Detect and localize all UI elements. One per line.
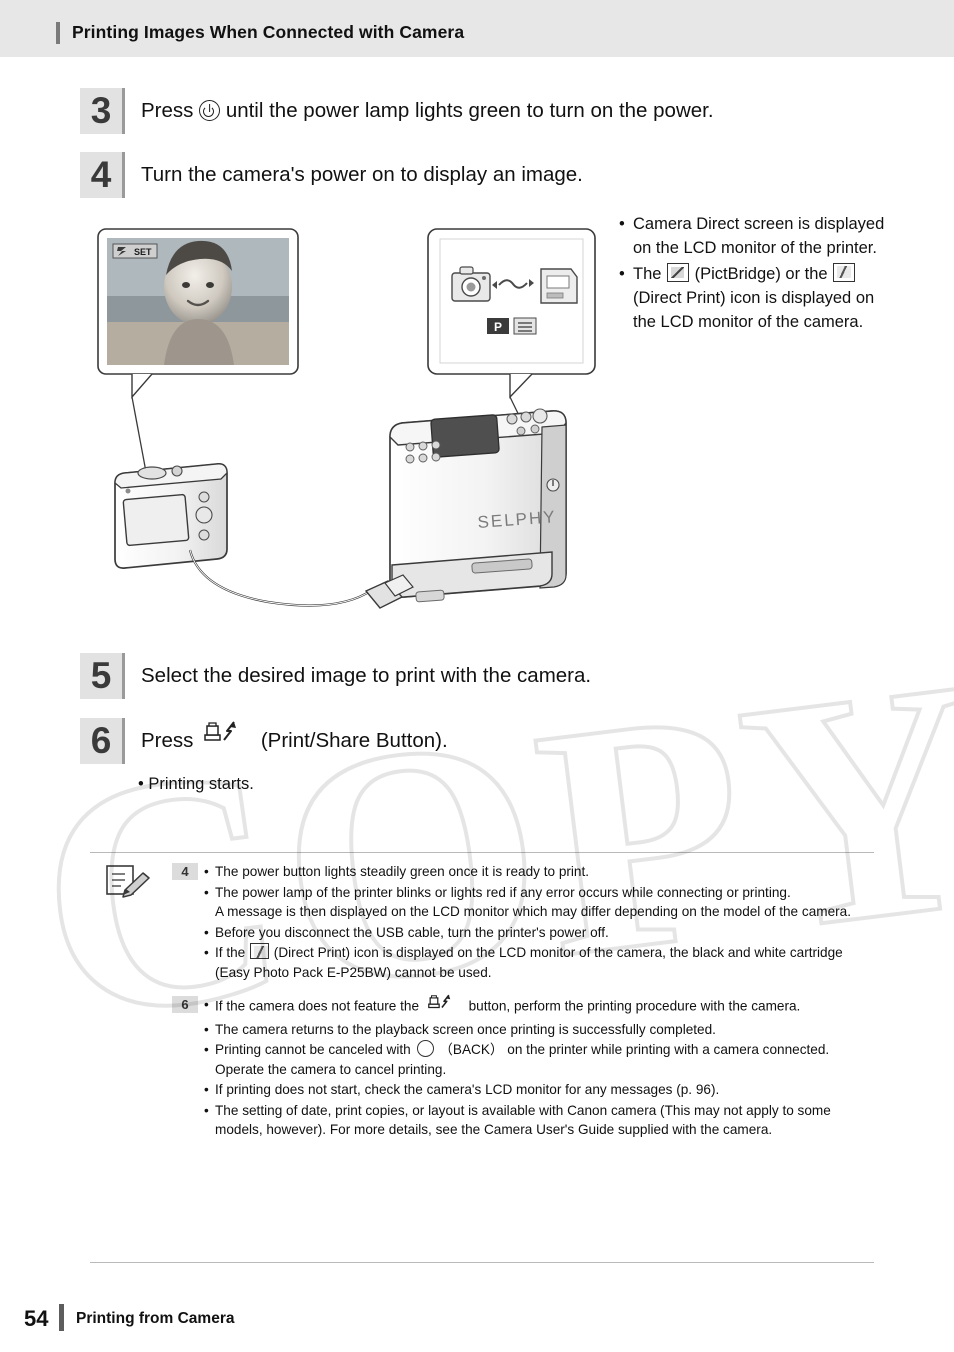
- step-6-number: 6: [80, 718, 122, 764]
- step-3-text-before: Press: [141, 99, 194, 122]
- bullet-dot: •: [204, 1082, 209, 1097]
- note-item: • Printing cannot be canceled with （BACK…: [204, 1040, 872, 1079]
- step-4-divider: [122, 152, 125, 198]
- note-item: • If the (Direct Print) icon is displaye…: [204, 943, 872, 982]
- note-group-6: 6 • If the camera does not feature the b…: [172, 993, 872, 1141]
- footer-section-label: Printing from Camera: [76, 1310, 235, 1327]
- bullet-dot: •: [204, 945, 209, 960]
- step-6-text-after: (Print/Share Button).: [260, 729, 448, 752]
- step4-note-2-mid1: (PictBridge) or the: [694, 265, 828, 283]
- step-5-number: 5: [80, 653, 122, 699]
- bullet-dot: •: [204, 1021, 209, 1037]
- bullet-dot: •: [619, 215, 625, 233]
- note-item: • The power button lights steadily green…: [204, 862, 872, 882]
- step-5: 5 Select the desired image to print with…: [80, 653, 591, 699]
- step4-note-2: • The (PictBridge) or the (Direct Print)…: [619, 262, 887, 334]
- note-group-4-items: • The power button lights steadily green…: [204, 862, 872, 983]
- header-accent-bar: [56, 22, 60, 44]
- note-item: • The setting of date, print copies, or …: [204, 1101, 872, 1140]
- step-6-subnote: • Printing starts.: [138, 775, 254, 794]
- note-item-text: If the camera does not feature the butto…: [215, 993, 872, 1019]
- step-5-text: Select the desired image to print with t…: [141, 664, 592, 687]
- step-4-number: 4: [80, 152, 122, 198]
- note-item-main: The power lamp of the printer blinks or …: [215, 884, 791, 900]
- illustration-svg: SET P SELPHY: [97, 228, 596, 609]
- bullet-dot: •: [204, 1042, 209, 1057]
- note-item-post: (Direct Print) icon is displayed on the …: [215, 945, 843, 980]
- note-item-text: The power button lights steadily green o…: [215, 864, 590, 879]
- direct-print-icon: [250, 943, 270, 959]
- bullet-dot: •: [204, 864, 209, 879]
- note-item-text: Before you disconnect the USB cable, tur…: [215, 924, 609, 940]
- note-item-pre: If the camera does not feature the: [215, 998, 420, 1014]
- selphy-printer-illustration: SELPHY: [389, 408, 567, 603]
- svg-text:SET: SET: [134, 247, 152, 257]
- step-6-text: Press (Print/Share Button).: [141, 718, 448, 765]
- step-6-subnote-text: Printing starts.: [148, 775, 254, 793]
- page-title: Printing Images When Connected with Came…: [72, 22, 465, 42]
- step-5-divider: [122, 653, 125, 699]
- step-6-text-before: Press: [141, 729, 194, 752]
- step4-note-1-text: Camera Direct screen is displayed on the…: [633, 215, 885, 257]
- step-4: 4 Turn the camera's power on to display …: [80, 152, 583, 198]
- step-3-number: 3: [80, 88, 122, 134]
- note-group-4-badge: 4: [172, 863, 198, 880]
- print-share-icon: [423, 993, 465, 1017]
- note-item: • If the camera does not feature the but…: [204, 993, 872, 1019]
- note-item-post: button, perform the printing procedure w…: [468, 998, 801, 1014]
- usb-cable: [188, 549, 414, 609]
- note-item-pre: If the: [215, 945, 246, 960]
- step4-note-2-pre: The: [633, 265, 662, 283]
- note-item: • The camera returns to the playback scr…: [204, 1020, 872, 1040]
- back-circle-icon: [416, 1040, 434, 1057]
- print-share-icon: [199, 716, 255, 762]
- notes-list: 4 • The power button lights steadily gre…: [172, 862, 872, 1150]
- direct-print-icon: [833, 263, 856, 282]
- step-3-divider: [122, 88, 125, 134]
- svg-text:P: P: [494, 320, 502, 334]
- bullet-dot: •: [204, 1102, 209, 1118]
- printer-lcd-callout: P: [427, 228, 596, 435]
- setup-illustration: SET P SELPHY: [80, 205, 620, 645]
- step-3: 3 Press until the power lamp lights gree…: [80, 88, 714, 134]
- camera-lcd-callout: SET: [97, 228, 299, 505]
- step-4-text: Turn the camera's power on to display an…: [141, 163, 583, 186]
- step4-note-2-mid2: (Direct Print) icon is displayed on the …: [633, 289, 875, 331]
- note-item-text: If the (Direct Print) icon is displayed …: [215, 943, 872, 982]
- pictbridge-icon: [667, 263, 690, 282]
- note-group-6-items: • If the camera does not feature the but…: [204, 993, 872, 1141]
- note-item-sub: A message is then displayed on the LCD m…: [215, 904, 851, 919]
- step-3-text: Press until the power lamp lights green …: [141, 88, 714, 134]
- note-item-text: The camera returns to the playback scree…: [215, 1021, 716, 1037]
- note-group-4: 4 • The power button lights steadily gre…: [172, 862, 872, 983]
- bullet-dot: •: [204, 924, 209, 940]
- step-6: 6 Press (Print/Share Button).: [80, 718, 448, 765]
- bullet-dot: •: [204, 997, 209, 1012]
- notes-bottom-rule: [90, 1262, 874, 1263]
- bullet-dot: •: [204, 884, 209, 900]
- page-number: 54: [24, 1306, 49, 1331]
- note-item-pre: Printing cannot be canceled with: [215, 1042, 411, 1057]
- step4-note-1: • Camera Direct screen is displayed on t…: [619, 212, 887, 260]
- note-item: • The power lamp of the printer blinks o…: [204, 883, 872, 922]
- note-group-6-badge: 6: [172, 996, 198, 1013]
- memo-pencil-icon: [105, 862, 153, 898]
- power-icon: [199, 100, 221, 122]
- note-item: • If printing does not start, check the …: [204, 1080, 872, 1100]
- note-item: • Before you disconnect the USB cable, t…: [204, 923, 872, 943]
- camera-illustration: [114, 463, 228, 569]
- note-item-text: The setting of date, print copies, or la…: [215, 1102, 831, 1138]
- note-item-text: The power lamp of the printer blinks or …: [215, 883, 872, 922]
- note-item-text: Printing cannot be canceled with （BACK） …: [215, 1040, 872, 1079]
- step-3-text-after: until the power lamp lights green to tur…: [225, 99, 714, 122]
- bullet-dot: •: [138, 775, 149, 793]
- footer-accent-bar: [59, 1304, 64, 1331]
- step-6-divider: [122, 718, 125, 764]
- notes-top-rule: [90, 852, 874, 853]
- step4-notes-list: • Camera Direct screen is displayed on t…: [619, 212, 887, 336]
- bullet-dot: •: [619, 265, 625, 283]
- note-item-text: If printing does not start, check the ca…: [215, 1082, 720, 1097]
- step4-note-2-text: The (PictBridge) or the (Direct Print) i…: [633, 262, 887, 334]
